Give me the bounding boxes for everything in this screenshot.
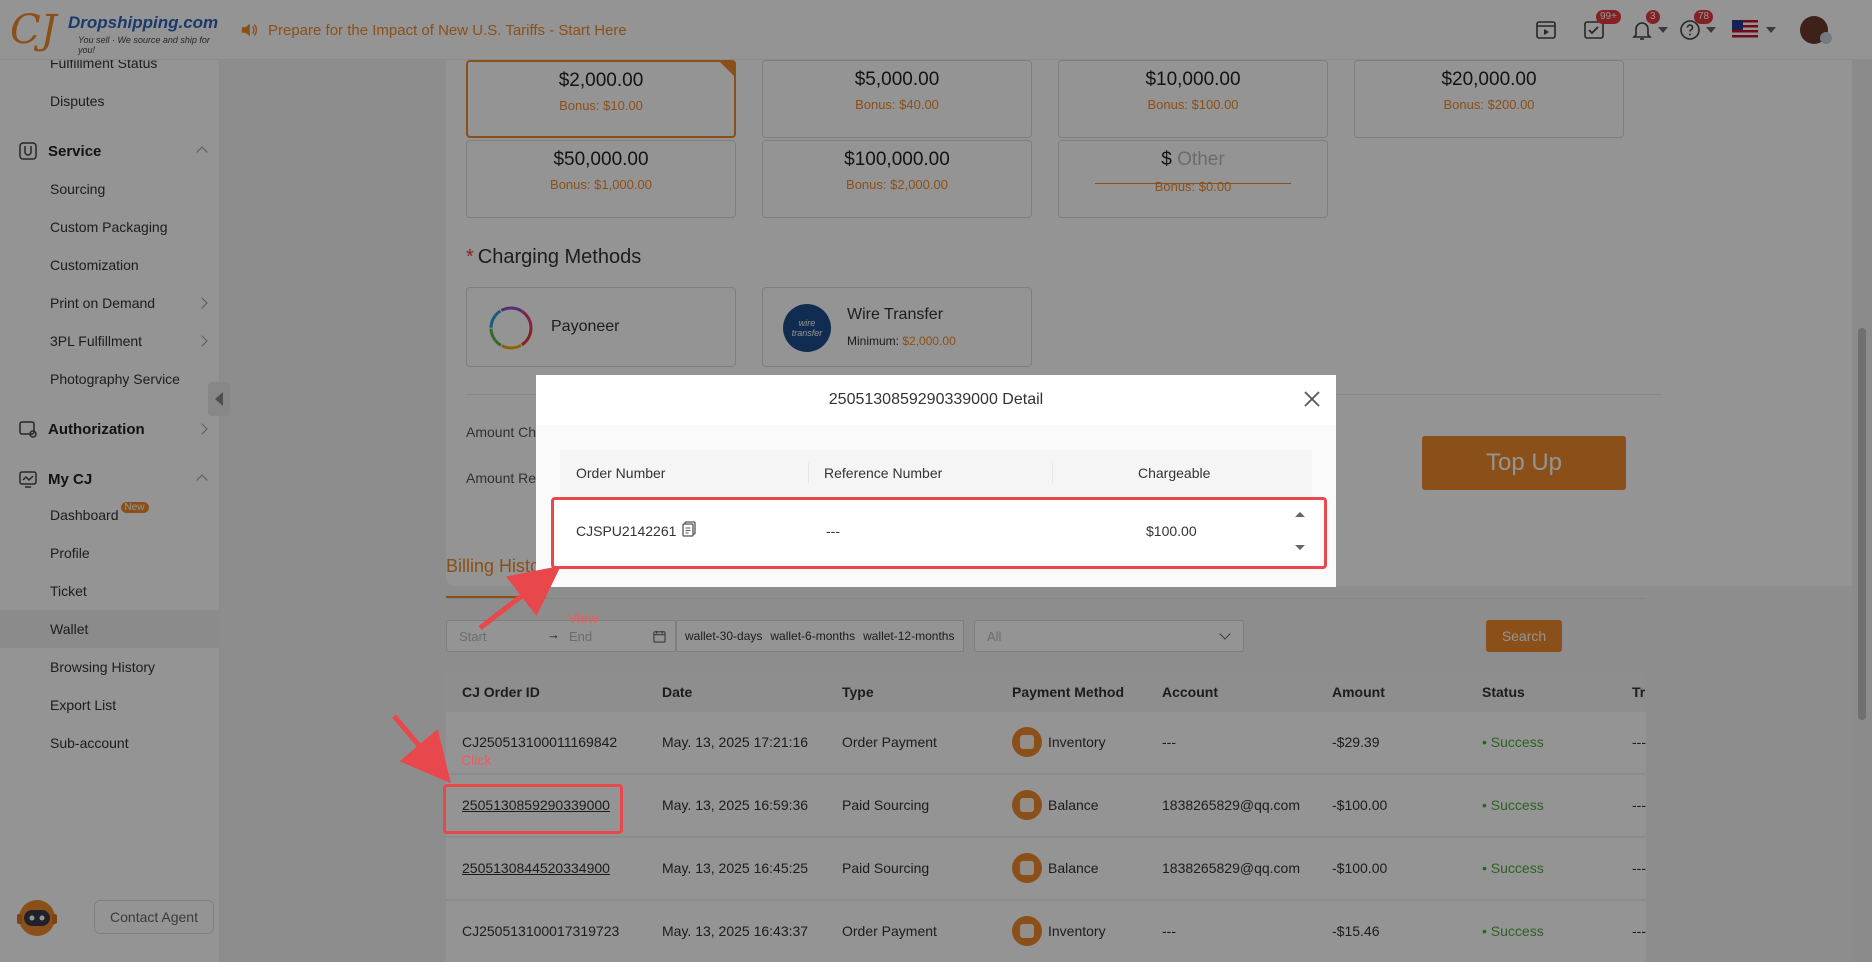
column-separator	[1052, 463, 1053, 483]
close-icon[interactable]	[1302, 389, 1322, 409]
col-chargeable: Chargeable	[1138, 465, 1211, 481]
col-order-number: Order Number	[576, 465, 666, 481]
annotation-highlight-order-id	[443, 784, 623, 834]
column-separator	[808, 463, 809, 483]
modal-title: 2505130859290339000 Detail	[536, 375, 1336, 425]
col-reference-number: Reference Number	[824, 465, 943, 481]
annotation-click-label: Click	[461, 752, 492, 768]
annotation-highlight-modal-row	[551, 497, 1327, 569]
annotation-view-label: View	[568, 610, 599, 626]
modal-table-header: Order Number Reference Number Chargeable	[560, 450, 1312, 496]
